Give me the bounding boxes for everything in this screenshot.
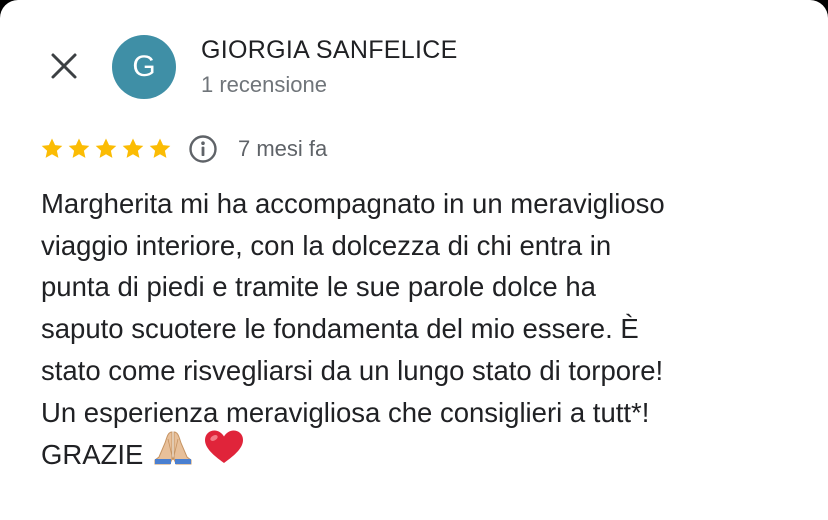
star-icon <box>121 133 145 165</box>
review-date: 7 mesi fa <box>238 136 328 161</box>
reviewer-review-count[interactable]: 1 recensione <box>201 72 327 98</box>
star-rating <box>40 133 172 165</box>
review-text-line: saputo scuotere le fondamenta del mio es… <box>41 313 639 345</box>
star-icon <box>40 133 64 165</box>
review-text-line: GRAZIE <box>41 439 144 471</box>
review-text: Margherita mi ha accompagnato in un mera… <box>41 183 811 481</box>
reviewer-name[interactable]: GIORGIA SANFELICE <box>201 36 458 65</box>
close-button[interactable] <box>40 46 88 90</box>
review-text-line: punta di piedi e tramite le sue parole d… <box>41 271 596 303</box>
red-heart-emoji <box>203 429 245 477</box>
review-text-line: stato come risvegliarsi da un lungo stat… <box>41 354 664 386</box>
star-icon <box>67 133 91 165</box>
info-icon <box>189 135 217 163</box>
star-icon <box>94 133 118 165</box>
review-text-last-line: GRAZIE <box>41 430 811 481</box>
info-button[interactable] <box>188 134 218 164</box>
review-text-line: Un esperienza meravigliosa che consiglie… <box>41 396 650 428</box>
review-text-line: Margherita mi ha accompagnato in un mera… <box>41 188 665 219</box>
star-icon <box>148 133 172 165</box>
folded-hands-emoji <box>151 429 195 477</box>
avatar[interactable]: G <box>112 35 176 99</box>
review-text-line: viaggio interiore, con la dolcezza di ch… <box>41 229 612 261</box>
review-detail-sheet: G GIORGIA SANFELICE 1 recensione 7 mesi … <box>0 0 828 520</box>
close-icon <box>51 53 77 79</box>
